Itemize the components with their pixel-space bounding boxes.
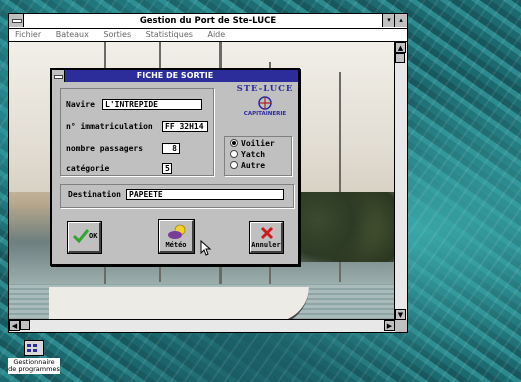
weather-cloud-sun-icon bbox=[168, 224, 186, 239]
navire-field[interactable]: L'INTREPIDE bbox=[102, 99, 202, 110]
menu-bar: Fichier Bateaux Sorties Statistiques Aid… bbox=[9, 29, 407, 42]
anchor-icon bbox=[258, 96, 272, 110]
radio-yatch[interactable]: Yatch bbox=[230, 149, 265, 160]
dialog-title-bar[interactable]: FICHE DE SORTIE bbox=[52, 70, 298, 82]
hscroll-thumb[interactable] bbox=[20, 320, 30, 330]
categorie-label: catégorie bbox=[66, 164, 110, 173]
menu-aide[interactable]: Aide bbox=[207, 30, 225, 39]
fiche-de-sortie-dialog[interactable]: FICHE DE SORTIE Navire L'INTREPIDE n° im… bbox=[50, 68, 300, 266]
meteo-label: Météo bbox=[165, 241, 187, 249]
program-manager-icon[interactable]: Gestionnaire de programmes bbox=[8, 340, 60, 374]
menu-sorties[interactable]: Sorties bbox=[103, 30, 131, 39]
cancel-x-icon bbox=[260, 226, 274, 240]
scroll-up-icon[interactable]: ▲ bbox=[395, 42, 406, 53]
scroll-right-icon[interactable]: ▶ bbox=[384, 320, 395, 331]
immatriculation-label: n° immatriculation bbox=[66, 122, 153, 131]
scroll-down-icon[interactable]: ▼ bbox=[395, 309, 406, 320]
menu-bateaux[interactable]: Bateaux bbox=[56, 30, 89, 39]
menu-fichier[interactable]: Fichier bbox=[15, 30, 41, 39]
radio-icon[interactable] bbox=[230, 149, 238, 158]
immatriculation-field[interactable]: FF 32H14 bbox=[162, 121, 208, 132]
scroll-thumb[interactable] bbox=[395, 53, 405, 63]
destination-field[interactable]: PAPEETE bbox=[126, 189, 284, 200]
capitainerie-logo: STE-LUCE CAPITAINERIE bbox=[230, 84, 300, 128]
window-title-bar[interactable]: Gestion du Port de Ste-LUCE bbox=[9, 14, 407, 29]
radio-autre[interactable]: Autre bbox=[230, 160, 265, 171]
horizontal-scrollbar[interactable]: ◀ ▶ bbox=[9, 319, 395, 332]
menu-statistiques[interactable]: Statistiques bbox=[146, 30, 193, 39]
passagers-label: nombre passagers bbox=[66, 144, 144, 153]
categorie-field[interactable]: 5 bbox=[162, 163, 172, 174]
ok-label: OK bbox=[89, 232, 98, 240]
vertical-scrollbar[interactable]: ▲ ▼ bbox=[394, 42, 407, 320]
annuler-button[interactable]: Annuler bbox=[249, 221, 284, 254]
dialog-system-menu-button[interactable] bbox=[52, 70, 65, 82]
checkmark-icon bbox=[73, 229, 89, 243]
radio-icon[interactable] bbox=[230, 160, 238, 169]
radio-selected-icon[interactable] bbox=[230, 138, 238, 147]
scroll-left-icon[interactable]: ◀ bbox=[9, 320, 20, 331]
radio-voilier[interactable]: Voilier bbox=[230, 138, 275, 149]
logo-subtitle: CAPITAINERIE bbox=[243, 111, 287, 117]
destination-label: Destination bbox=[68, 190, 121, 199]
dialog-title: FICHE DE SORTIE bbox=[136, 71, 214, 80]
system-menu-button[interactable] bbox=[9, 14, 24, 27]
program-group-icon[interactable] bbox=[24, 340, 44, 356]
maximize-button[interactable]: ▴ bbox=[394, 14, 407, 27]
ok-button[interactable]: OK bbox=[67, 221, 102, 254]
window-title: Gestion du Port de Ste-LUCE bbox=[139, 16, 277, 26]
mouse-pointer-icon bbox=[200, 240, 212, 256]
meteo-button[interactable]: Météo bbox=[158, 219, 195, 254]
icon-label-line2: de programmes bbox=[8, 365, 60, 373]
annuler-label: Annuler bbox=[251, 241, 281, 249]
passagers-field[interactable]: 8 bbox=[162, 143, 180, 154]
navire-label: Navire bbox=[66, 100, 95, 109]
logo-name: STE-LUCE bbox=[236, 84, 294, 94]
